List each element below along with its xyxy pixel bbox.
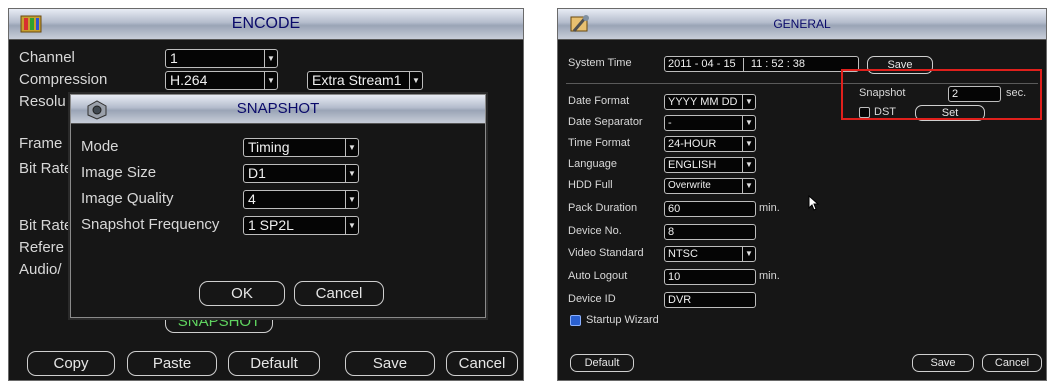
chevron-down-icon: ▼ (345, 217, 358, 234)
device-id-input[interactable]: DVR (664, 292, 756, 308)
time-format-value: 24-HOUR (668, 138, 717, 150)
auto-logout-input[interactable]: 10 (664, 269, 756, 285)
bitrate-label: Bit Rate (19, 160, 73, 177)
cancel-button[interactable]: Cancel (446, 351, 518, 376)
language-value: ENGLISH (668, 159, 717, 171)
snapshot-frequency-select[interactable]: 1 SP2L ▼ (243, 216, 359, 235)
video-standard-select[interactable]: NTSC ▼ (664, 246, 756, 262)
chevron-down-icon: ▼ (742, 116, 755, 130)
chevron-down-icon: ▼ (742, 158, 755, 172)
chevron-down-icon: ▼ (345, 139, 358, 156)
general-title-bar: GENERAL (558, 9, 1046, 40)
hdd-full-value: Overwrite (668, 180, 711, 191)
auto-logout-label: Auto Logout (568, 270, 628, 282)
default-button[interactable]: Default (570, 354, 634, 372)
save-button[interactable]: Save (345, 351, 435, 376)
image-size-select[interactable]: D1 ▼ (243, 164, 359, 183)
channel-select[interactable]: 1 ▼ (165, 49, 278, 68)
date-format-select[interactable]: YYYY MM DD ▼ (664, 94, 756, 110)
chevron-down-icon: ▼ (345, 165, 358, 182)
dialog-cancel-button[interactable]: Cancel (294, 281, 384, 306)
paste-button[interactable]: Paste (127, 351, 217, 376)
save-button[interactable]: Save (912, 354, 974, 372)
language-select[interactable]: ENGLISH ▼ (664, 157, 756, 173)
chevron-down-icon: ▼ (742, 247, 755, 261)
mode-value: Timing (248, 139, 290, 155)
system-time-field[interactable]: 2011 - 04 - 15 11 : 52 : 38 (664, 56, 859, 72)
chevron-down-icon: ▼ (345, 191, 358, 208)
video-standard-value: NTSC (668, 248, 698, 260)
language-label: Language (568, 158, 617, 170)
encode-window: ENCODE Channel 1 ▼ Compression H.264 ▼ E… (8, 8, 524, 381)
extra-stream-value: Extra Stream1 (312, 72, 402, 88)
compression-select[interactable]: H.264 ▼ (165, 71, 278, 90)
chevron-down-icon: ▼ (742, 179, 755, 193)
date-separator-select[interactable]: - ▼ (664, 115, 756, 131)
copy-button[interactable]: Copy (27, 351, 115, 376)
pack-duration-label: Pack Duration (568, 202, 638, 214)
chevron-down-icon: ▼ (742, 95, 755, 109)
date-separator-value: - (668, 117, 672, 129)
image-size-value: D1 (248, 165, 266, 181)
bitrate-label-2: Bit Rate (19, 217, 73, 234)
mode-select[interactable]: Timing ▼ (243, 138, 359, 157)
snapshot-title: SNAPSHOT (236, 100, 320, 117)
startup-wizard-label: Startup Wizard (586, 314, 659, 326)
compression-value: H.264 (170, 72, 208, 88)
startup-wizard-checkbox[interactable] (570, 315, 581, 326)
encode-title: ENCODE (231, 15, 301, 32)
channel-label: Channel (19, 49, 75, 66)
mode-label: Mode (81, 138, 119, 155)
hdd-full-select[interactable]: Overwrite ▼ (664, 178, 756, 194)
auto-logout-unit: min. (759, 270, 780, 282)
cancel-button[interactable]: Cancel (982, 354, 1042, 372)
chevron-down-icon: ▼ (742, 137, 755, 151)
snapshot-title-bar: SNAPSHOT (71, 95, 485, 124)
system-time-label: System Time (568, 57, 632, 69)
snapshot-frequency-value: 1 SP2L (248, 217, 294, 233)
image-quality-label: Image Quality (81, 190, 174, 207)
time-format-select[interactable]: 24-HOUR ▼ (664, 136, 756, 152)
system-time-date: 2011 - 04 - 15 (668, 58, 736, 70)
general-title: GENERAL (773, 17, 831, 31)
snapshot-dialog: SNAPSHOT Mode Timing ▼ Image Size D1 ▼ I… (70, 94, 486, 318)
frame-label: Frame (19, 135, 63, 152)
extra-stream-select[interactable]: Extra Stream1 ▼ (307, 71, 423, 90)
system-time-clock: 11 : 52 : 38 (750, 58, 806, 70)
channel-value: 1 (170, 50, 178, 66)
date-format-label: Date Format (568, 95, 630, 107)
image-quality-value: 4 (248, 191, 256, 207)
device-no-input[interactable]: 8 (664, 224, 756, 240)
chevron-down-icon: ▼ (264, 72, 277, 89)
pack-duration-unit: min. (759, 202, 780, 214)
chevron-down-icon: ▼ (409, 72, 422, 89)
video-standard-label: Video Standard (568, 247, 644, 259)
device-id-label: Device ID (568, 293, 616, 305)
snapshot-frequency-label: Snapshot Frequency (81, 216, 220, 233)
mouse-cursor-icon (808, 195, 820, 211)
default-button[interactable]: Default (228, 351, 320, 376)
reference-label: Refere (19, 239, 65, 256)
highlight-box (841, 69, 1042, 120)
compression-label: Compression (19, 71, 108, 88)
ok-button[interactable]: OK (199, 281, 285, 306)
encode-title-bar: ENCODE (9, 9, 523, 40)
device-no-label: Device No. (568, 225, 622, 237)
image-quality-select[interactable]: 4 ▼ (243, 190, 359, 209)
date-separator-label: Date Separator (568, 116, 643, 128)
pack-duration-input[interactable]: 60 (664, 201, 756, 217)
hdd-full-label: HDD Full (568, 179, 613, 191)
date-format-value: YYYY MM DD (668, 96, 738, 108)
audio-label: Audio/ (19, 261, 62, 278)
chevron-down-icon: ▼ (264, 50, 277, 67)
resolution-label: Resolu (19, 93, 66, 110)
general-window: GENERAL System Time 2011 - 04 - 15 11 : … (557, 8, 1047, 381)
image-size-label: Image Size (81, 164, 157, 181)
time-format-label: Time Format (568, 137, 630, 149)
